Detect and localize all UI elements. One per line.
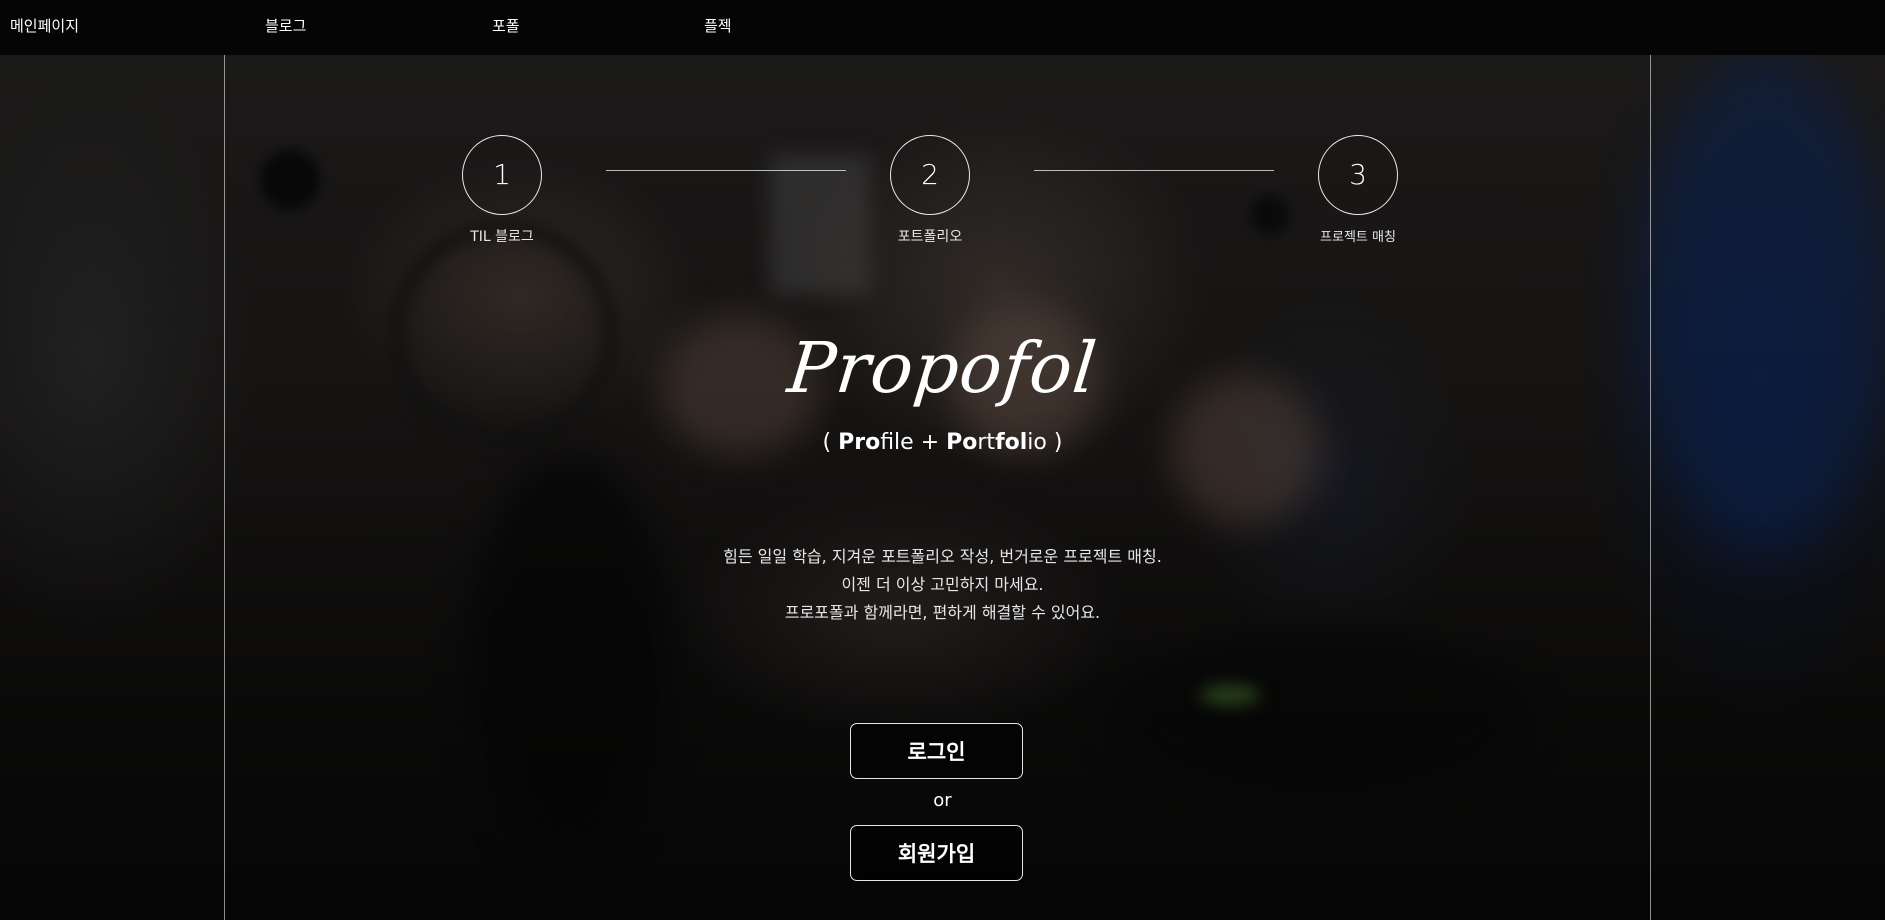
step-number-circle: 2 <box>890 135 970 215</box>
nav-portfolio-link[interactable]: 포폴 <box>492 0 520 52</box>
description-line: 프로포폴과 함께라면, 편하게 해결할 수 있어요. <box>784 603 1101 622</box>
hero-description: 힘든 일일 학습, 지겨운 포트폴리오 작성, 번거로운 프로젝트 매칭. 이젠… <box>0 543 1885 627</box>
logo-subtitle: ( Profile + Portfolio ) <box>822 430 1063 455</box>
step-number-circle: 1 <box>462 135 542 215</box>
step-portfolio: 2 포트폴리오 <box>890 135 970 245</box>
step-label: TIL 블로그 <box>470 229 534 245</box>
nav-home-link[interactable]: 메인페이지 <box>10 0 79 52</box>
description-line: 이젠 더 이상 고민하지 마세요. <box>841 575 1044 594</box>
landing-page: 메인페이지 블로그 포폴 플젝 1 TIL 블로그 2 포트폴리오 3 프로젝트… <box>0 0 1885 920</box>
signup-button[interactable]: 회원가입 <box>850 825 1023 881</box>
step-number-circle: 3 <box>1318 135 1398 215</box>
nav-project-link[interactable]: 플젝 <box>704 0 732 52</box>
or-separator: or <box>933 790 952 811</box>
nav-blog-link[interactable]: 블로그 <box>265 0 306 52</box>
step-label: 포트폴리오 <box>897 229 963 245</box>
propofol-logo: Propofol <box>784 327 1101 409</box>
step-connector <box>1034 170 1274 171</box>
step-til-blog: 1 TIL 블로그 <box>462 135 542 245</box>
step-label: 프로젝트 매칭 <box>1320 230 1396 245</box>
login-button[interactable]: 로그인 <box>850 723 1023 779</box>
step-project-matching: 3 프로젝트 매칭 <box>1318 135 1398 245</box>
step-connector <box>606 170 846 171</box>
top-nav: 메인페이지 블로그 포폴 플젝 <box>0 0 1885 55</box>
description-line: 힘든 일일 학습, 지겨운 포트폴리오 작성, 번거로운 프로젝트 매칭. <box>723 547 1162 566</box>
